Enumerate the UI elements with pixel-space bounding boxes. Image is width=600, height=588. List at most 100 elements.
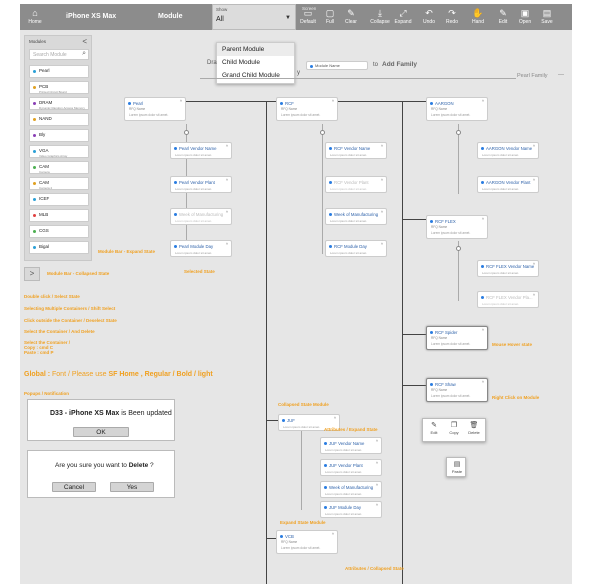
default-button[interactable]: ▭ Default xyxy=(300,4,316,30)
selected-attribute-card[interactable]: Pearl Module Day Lorem ipsum dolor sit am… xyxy=(170,240,232,257)
collapse-button[interactable]: ⤓ Collapse xyxy=(370,4,390,30)
save-button[interactable]: ▤ Save xyxy=(540,4,554,30)
caret-up-icon[interactable]: ^ xyxy=(376,503,378,508)
module-dot-icon xyxy=(430,383,433,386)
attribute-card[interactable]: RCF Vendor Name Lorem ipsum dolor sit ame… xyxy=(325,142,387,159)
card-line: Lorem ipsum dolor sit amet. xyxy=(431,113,471,117)
attribute-card[interactable]: RCF Module Day Lorem ipsum dolor sit amet… xyxy=(325,240,387,257)
card-line: Lorem ipsum dolor sit amet. xyxy=(175,219,213,223)
edit-button[interactable]: ✎ Edit xyxy=(496,4,510,30)
vcb-module-card[interactable]: VCB RFQ Name Lorem ipsum dolor sit amet. ^ xyxy=(276,530,338,554)
card-line: Lorem ipsum dolor sit amet. xyxy=(281,113,321,117)
attribute-card[interactable]: JUF Module Day Lorem ipsum dolor sit amet… xyxy=(320,501,382,518)
sidebar-module-item[interactable]: DRAM Dynamic Random Access Memory xyxy=(29,97,89,110)
sidebar-module-item[interactable]: PCB Printed Circuit Board xyxy=(29,81,89,94)
dropdown-item-grandchild[interactable]: Grand Child Module xyxy=(217,69,294,82)
yes-button[interactable]: Yes xyxy=(110,482,154,492)
attribute-card[interactable]: JUF Vendor Plant Lorem ipsum dolor sit am… xyxy=(320,459,382,476)
search-input[interactable]: Search Module ⌕ xyxy=(29,49,89,60)
module-name-chip[interactable]: Module Name xyxy=(306,61,368,70)
sidebar-module-item[interactable]: CAM Camera 2 xyxy=(29,177,89,190)
caret-up-icon[interactable]: ^ xyxy=(482,217,484,222)
sidebar-module-item[interactable]: CAM Camera xyxy=(29,161,89,174)
aargon-module-card[interactable]: AARGON RFQ Name Lorem ipsum dolor sit amet… xyxy=(426,97,488,121)
caret-up-icon[interactable]: ^ xyxy=(533,293,535,298)
collapsed-module-bar[interactable]: > xyxy=(24,267,40,281)
expand-node-handle[interactable] xyxy=(320,130,325,135)
card-line: Lorem ipsum dolor sit amet. xyxy=(330,219,368,223)
sidebar-module-item[interactable]: Pearl xyxy=(29,65,89,78)
rcf-spider-module-card[interactable]: RCF Spider RFQ Name Lorem ipsum dolor sit … xyxy=(426,326,488,350)
attribute-card[interactable]: Pearl Vendor Plant Lorem ipsum dolor sit … xyxy=(170,176,232,193)
context-edit[interactable]: ✎ Edit xyxy=(427,422,441,435)
ok-button[interactable]: OK xyxy=(73,427,129,437)
dropdown-item-child[interactable]: Child Module xyxy=(217,56,294,69)
sidebar-module-item[interactable]: Bigal xyxy=(29,241,89,254)
expand-button[interactable]: ⤢ Expand xyxy=(394,4,412,30)
card-title: RCF FLEX Vendor Pla... xyxy=(486,294,533,300)
caret-up-icon[interactable]: ^ xyxy=(334,416,336,421)
sidebar-module-item[interactable]: CGS xyxy=(29,225,89,238)
rcf-shaw-module-card[interactable]: RCF Shaw RFQ Name Lorem ipsum dolor sit am… xyxy=(426,378,488,402)
dropdown-item-parent[interactable]: Parent Module xyxy=(217,43,294,56)
caret-up-icon[interactable]: ^ xyxy=(332,532,334,537)
attribute-card[interactable]: Week of Manufacturing Lorem ipsum dolor s… xyxy=(320,481,382,498)
chevron-left-icon[interactable]: < xyxy=(82,37,87,46)
sidebar-module-item[interactable]: VGA Video Graphics Array xyxy=(29,145,89,158)
caret-up-icon[interactable]: ^ xyxy=(332,99,334,104)
caret-up-icon[interactable]: ^ xyxy=(226,242,228,247)
attribute-card[interactable]: Week of Manufacturing Lorem ipsum dolor s… xyxy=(325,208,387,225)
caret-up-icon[interactable]: ^ xyxy=(376,439,378,444)
caret-up-icon[interactable]: ^ xyxy=(482,99,484,104)
rcf-flex-module-card[interactable]: RCF FLEX RFQ Name Lorem ipsum dolor sit am… xyxy=(426,215,488,239)
attribute-card[interactable]: Pearl Vendor Name Lorem ipsum dolor sit a… xyxy=(170,142,232,159)
caret-up-icon[interactable]: ^ xyxy=(376,461,378,466)
caret-up-icon[interactable]: ^ xyxy=(226,144,228,149)
context-copy[interactable]: ❐ Copy xyxy=(447,422,461,435)
attribute-card[interactable]: RCF Vendor Plant Lorem ipsum dolor sit am… xyxy=(325,176,387,193)
caret-up-icon[interactable]: ^ xyxy=(482,380,484,385)
sidebar-module-item[interactable]: Bly xyxy=(29,129,89,142)
rcf-module-card[interactable]: RCF RFQ Name Lorem ipsum dolor sit amet. ^ xyxy=(276,97,338,121)
pearl-module-card[interactable]: Pearl RFQ Name Lorem ipsum dolor sit amet.… xyxy=(124,97,186,121)
caret-up-icon[interactable]: ^ xyxy=(533,178,535,183)
expand-node-handle[interactable] xyxy=(456,130,461,135)
folder-icon: ▣ xyxy=(520,8,530,18)
full-button[interactable]: ▢ Full xyxy=(323,4,337,30)
caret-up-icon[interactable]: ^ xyxy=(381,178,383,183)
expand-node-handle[interactable] xyxy=(456,246,461,251)
redo-button[interactable]: ↷ Redo xyxy=(445,4,459,30)
collapse-family-icon[interactable]: — xyxy=(558,72,564,78)
attribute-card[interactable]: JUF Vendor Name Lorem ipsum dolor sit ame… xyxy=(320,437,382,454)
cancel-button[interactable]: Cancel xyxy=(52,482,96,492)
caret-up-icon[interactable]: ^ xyxy=(226,178,228,183)
sidebar-module-item[interactable]: NAND xyxy=(29,113,89,126)
sidebar-module-item[interactable]: ICEF xyxy=(29,193,89,206)
attribute-card[interactable]: AARGON Vendor Name Lorem ipsum dolor sit … xyxy=(477,142,539,159)
expand-node-handle[interactable] xyxy=(184,130,189,135)
clear-button[interactable]: ✎ Clear xyxy=(343,4,359,30)
caret-up-icon[interactable]: ^ xyxy=(381,210,383,215)
caret-up-icon[interactable]: ^ xyxy=(381,242,383,247)
attribute-card[interactable]: AARGON Vendor Plant Lorem ipsum dolor sit… xyxy=(477,176,539,193)
hand-button[interactable]: ✋ Hand xyxy=(471,4,485,30)
sidebar-module-item[interactable]: MLB xyxy=(29,209,89,222)
caret-up-icon[interactable]: ^ xyxy=(180,99,182,104)
caret-up-icon[interactable]: ^ xyxy=(381,144,383,149)
caret-up-icon[interactable]: ^ xyxy=(533,144,535,149)
caret-up-icon[interactable]: ^ xyxy=(482,328,484,333)
undo-button[interactable]: ↶ Undo xyxy=(422,4,436,30)
module-color-dot-icon xyxy=(33,118,36,121)
home-button[interactable]: ⌂ Home xyxy=(24,4,46,30)
card-title: RCF Vendor Plant xyxy=(334,179,369,185)
caret-up-icon[interactable]: ^ xyxy=(226,210,228,215)
context-delete[interactable]: 🗑 Delete xyxy=(467,422,481,435)
open-button[interactable]: ▣ Open xyxy=(518,4,532,30)
attribute-card[interactable]: Week of Manufacturing Lorem ipsum dolor s… xyxy=(170,208,232,225)
caret-up-icon[interactable]: ^ xyxy=(376,483,378,488)
attribute-card[interactable]: RCF FLEX Vendor Name Lorem ipsum dolor si… xyxy=(477,260,539,277)
caret-up-icon[interactable]: ^ xyxy=(533,262,535,267)
attribute-card[interactable]: RCF FLEX Vendor Pla... Lorem ipsum dolor … xyxy=(477,291,539,308)
context-paste[interactable]: ▤ Paste xyxy=(450,461,464,474)
show-select[interactable]: Show All ▼ xyxy=(212,4,296,30)
